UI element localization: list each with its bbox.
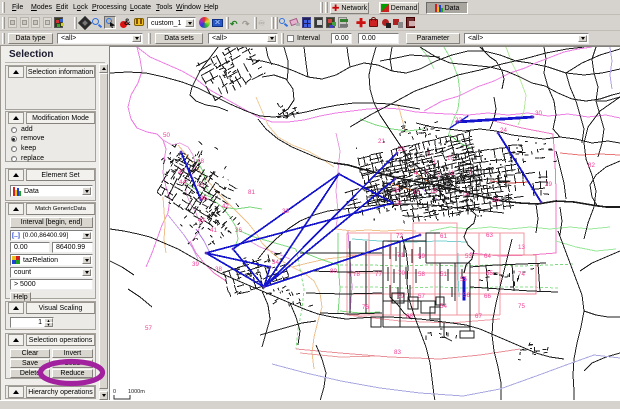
svg-text:65: 65	[486, 270, 493, 277]
svg-text:11: 11	[448, 170, 455, 177]
svg-text:59: 59	[418, 253, 425, 260]
svg-text:1: 1	[433, 159, 437, 166]
svg-text:38: 38	[215, 266, 222, 273]
svg-text:61: 61	[440, 233, 447, 240]
svg-text:72: 72	[396, 233, 403, 240]
svg-text:41: 41	[210, 227, 217, 234]
svg-text:13: 13	[518, 244, 525, 251]
svg-text:22: 22	[455, 117, 462, 124]
svg-text:53: 53	[465, 253, 472, 260]
svg-text:47: 47	[178, 169, 185, 176]
svg-text:8: 8	[469, 169, 473, 176]
svg-text:14: 14	[462, 191, 469, 198]
svg-text:33: 33	[282, 208, 289, 215]
svg-text:4: 4	[414, 170, 418, 177]
svg-text:20: 20	[492, 197, 499, 204]
svg-text:58: 58	[418, 271, 425, 278]
svg-text:1000m: 1000m	[128, 389, 145, 395]
svg-text:48: 48	[197, 158, 204, 165]
svg-text:81: 81	[248, 189, 255, 196]
svg-text:75: 75	[518, 303, 525, 310]
svg-text:46: 46	[200, 195, 207, 202]
svg-text:23: 23	[398, 146, 405, 153]
svg-text:55: 55	[460, 276, 467, 283]
svg-text:42: 42	[222, 203, 229, 210]
svg-text:68: 68	[406, 313, 413, 320]
svg-text:78: 78	[353, 271, 360, 278]
svg-text:83: 83	[394, 349, 401, 356]
svg-text:71: 71	[397, 252, 404, 259]
svg-text:66: 66	[484, 293, 491, 300]
svg-text:5: 5	[427, 151, 431, 158]
svg-text:80: 80	[330, 268, 337, 275]
svg-text:0: 0	[113, 389, 116, 395]
svg-text:54: 54	[440, 303, 447, 310]
svg-text:18: 18	[392, 187, 399, 194]
svg-text:30: 30	[535, 110, 542, 117]
svg-text:69: 69	[397, 293, 404, 300]
svg-text:44: 44	[179, 179, 186, 186]
svg-text:34: 34	[272, 259, 279, 266]
svg-text:56: 56	[463, 292, 470, 299]
svg-text:77: 77	[375, 271, 382, 278]
svg-text:45: 45	[197, 182, 204, 189]
svg-text:15: 15	[430, 188, 437, 195]
svg-text:64: 64	[484, 253, 491, 260]
svg-text:76: 76	[362, 304, 369, 311]
svg-text:36: 36	[235, 227, 242, 234]
svg-text:29: 29	[545, 181, 552, 188]
svg-text:63: 63	[486, 232, 493, 239]
svg-text:50: 50	[163, 132, 170, 139]
svg-text:70: 70	[398, 270, 405, 277]
svg-text:57: 57	[418, 293, 425, 300]
svg-text:2: 2	[437, 172, 441, 179]
svg-text:10: 10	[447, 155, 454, 162]
svg-text:43: 43	[198, 217, 205, 224]
svg-text:24: 24	[500, 127, 507, 134]
svg-text:39: 39	[192, 261, 199, 268]
svg-text:74: 74	[518, 271, 525, 278]
svg-text:82: 82	[588, 162, 595, 169]
svg-text:3: 3	[425, 169, 429, 176]
svg-text:67: 67	[475, 313, 482, 320]
svg-text:19: 19	[394, 200, 401, 207]
svg-text:57: 57	[145, 325, 152, 332]
svg-text:51: 51	[440, 271, 447, 278]
svg-text:16: 16	[413, 189, 420, 196]
svg-text:21: 21	[378, 138, 385, 145]
